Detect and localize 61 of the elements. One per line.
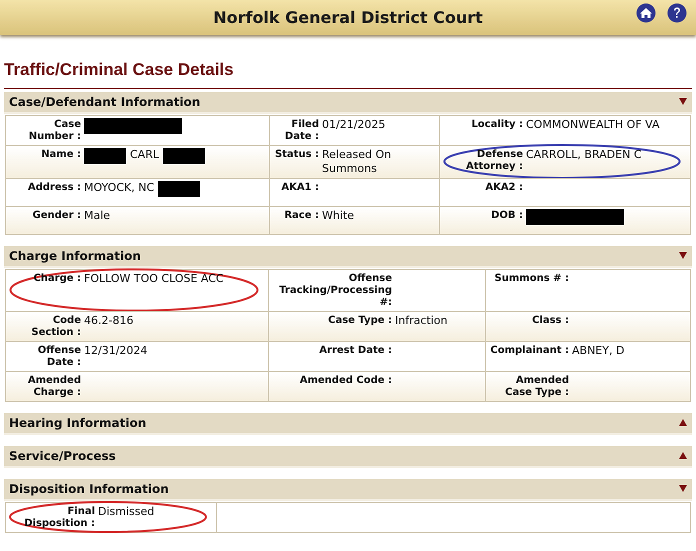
section-header[interactable]: Hearing Information — [4, 412, 692, 434]
field-label: Defense Attorney : — [464, 148, 523, 172]
field-value: Infraction — [395, 314, 448, 328]
field-value: CARROLL, BRADEN C — [526, 148, 642, 162]
section-header[interactable]: Service/Process — [4, 446, 692, 468]
redaction-bar — [162, 148, 205, 164]
collapse-caret-icon[interactable] — [679, 485, 687, 492]
field-label: Gender : — [32, 208, 81, 222]
field-value: Dismissed — [98, 504, 154, 518]
field-value: White — [322, 208, 354, 222]
field-label: Status : — [274, 148, 319, 160]
field-label: Amended Code : — [298, 374, 392, 386]
field-label: DOB : — [490, 208, 523, 222]
section-header[interactable]: Disposition Information — [4, 478, 692, 500]
redaction-bar — [84, 148, 126, 164]
field-label: Case Type : — [327, 314, 392, 326]
field-label: Summons # : — [494, 272, 569, 284]
field-label: Class : — [531, 314, 569, 326]
field-label: Amended Charge : — [26, 374, 81, 398]
collapse-caret-icon[interactable] — [679, 252, 687, 259]
field-value: CARL — [130, 148, 159, 162]
field-value: FOLLOW TOO CLOSE ACC — [84, 272, 224, 286]
section-title: Service/Process — [9, 448, 116, 464]
section-header[interactable]: Charge Information — [4, 246, 692, 268]
field-value: COMMONWEALTH OF VA — [526, 118, 660, 132]
section-header[interactable]: Case/Defendant Information — [4, 92, 692, 114]
field-value: Male — [84, 208, 110, 222]
field-label: Name : — [40, 148, 81, 160]
field-label: AKA1 : — [280, 180, 319, 194]
field-label: Filed Date : — [284, 118, 319, 142]
field-label: Offense Date : — [36, 344, 81, 368]
field-label: Offense Tracking/Processing #: — [278, 272, 392, 308]
section-title: Disposition Information — [9, 480, 169, 498]
help-icon[interactable] — [667, 3, 687, 23]
site-title: Norfolk General District Court — [213, 6, 483, 28]
section-title: Hearing Information — [9, 414, 146, 432]
field-value: 12/31/2024 — [84, 344, 148, 358]
field-label: Locality : — [470, 118, 523, 130]
field-value: ABNEY, D — [572, 344, 624, 358]
page-title: Traffic/Criminal Case Details — [4, 59, 235, 81]
field-label: Address : — [26, 180, 81, 194]
field-label: Final Disposition : — [23, 504, 95, 530]
field-label: Complainant : — [489, 344, 569, 356]
field-value: Released On Summons — [322, 148, 392, 176]
field-label: Code Section : — [30, 314, 81, 338]
field-value: 46.2-816 — [84, 314, 134, 328]
field-label: Arrest Date : — [318, 344, 392, 356]
field-label: AKA2 : — [484, 180, 523, 194]
expand-caret-icon[interactable] — [679, 452, 687, 459]
home-icon[interactable] — [636, 3, 656, 23]
redaction-bar — [158, 180, 200, 196]
field-label: Charge : — [32, 272, 81, 284]
collapse-caret-icon[interactable] — [679, 98, 687, 105]
section-title: Case/Defendant Information — [9, 94, 200, 110]
field-label: Race : — [283, 208, 319, 222]
field-value: 01/21/2025 — [322, 118, 386, 132]
field-label: Amended Case Type : — [504, 374, 569, 398]
field-label: Case Number : — [28, 118, 81, 142]
section-title: Charge Information — [9, 248, 141, 264]
field-value: MOYOCK, NC — [84, 180, 154, 194]
expand-caret-icon[interactable] — [679, 419, 687, 426]
